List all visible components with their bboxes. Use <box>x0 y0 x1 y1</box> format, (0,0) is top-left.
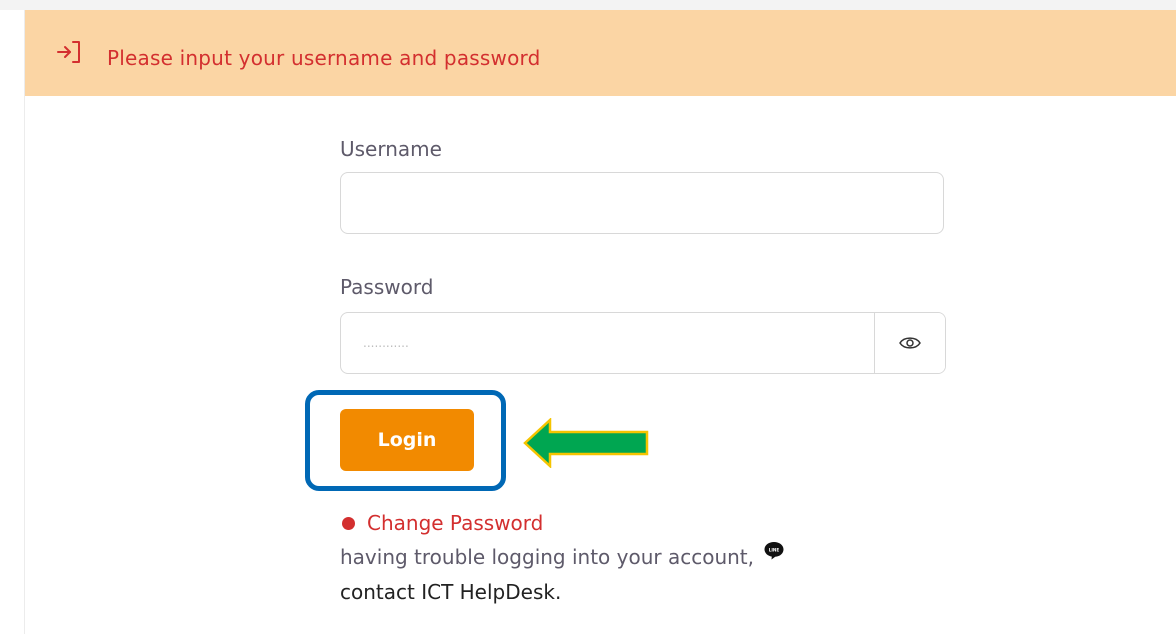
help-text: having trouble logging into your account… <box>340 542 786 570</box>
login-icon <box>57 41 83 63</box>
trouble-text: having trouble logging into your account… <box>340 545 755 569</box>
login-button[interactable]: Login <box>340 409 474 471</box>
change-password-label: Change Password <box>367 511 544 535</box>
eye-icon <box>899 337 921 349</box>
password-input[interactable] <box>341 313 874 373</box>
arrow-left-icon <box>523 418 649 468</box>
top-background <box>0 0 1176 10</box>
login-page: Please input your username and password … <box>0 0 1176 634</box>
change-password-link[interactable]: Change Password <box>340 510 543 536</box>
password-field-group <box>340 312 946 374</box>
svg-text:LINE: LINE <box>769 548 780 553</box>
card-header: Please input your username and password <box>25 10 1176 96</box>
line-chat-icon[interactable]: LINE <box>762 539 786 563</box>
header-message: Please input your username and password <box>107 46 541 70</box>
helpdesk-link[interactable]: contact ICT HelpDesk. <box>340 579 561 605</box>
username-label: Username <box>340 137 442 161</box>
username-input[interactable] <box>340 172 944 234</box>
bullet-icon <box>342 516 355 530</box>
password-label: Password <box>340 275 434 299</box>
show-password-toggle[interactable] <box>874 313 945 373</box>
